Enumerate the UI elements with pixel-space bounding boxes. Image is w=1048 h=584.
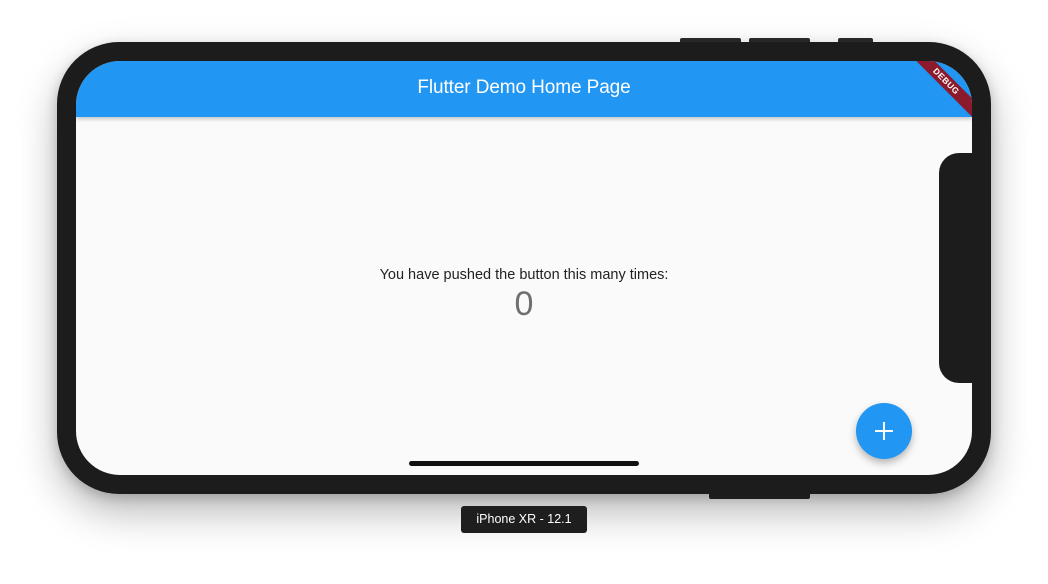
simulator-stage: Flutter Demo Home Page DEBUG You have pu… — [0, 0, 1048, 584]
device-label: iPhone XR - 12.1 — [461, 506, 587, 533]
device-frame: Flutter Demo Home Page DEBUG You have pu… — [57, 42, 991, 494]
device-screen: Flutter Demo Home Page DEBUG You have pu… — [76, 61, 972, 475]
page-title: Flutter Demo Home Page — [417, 77, 631, 98]
debug-banner-container: DEBUG — [912, 61, 972, 121]
debug-banner: DEBUG — [912, 61, 972, 121]
increment-button[interactable] — [856, 403, 912, 459]
home-indicator[interactable] — [409, 461, 639, 466]
notch — [939, 153, 979, 383]
counter-label: You have pushed the button this many tim… — [379, 267, 669, 283]
counter-value: 0 — [514, 285, 534, 323]
app-bar: Flutter Demo Home Page — [76, 61, 972, 117]
plus-icon — [875, 422, 893, 440]
